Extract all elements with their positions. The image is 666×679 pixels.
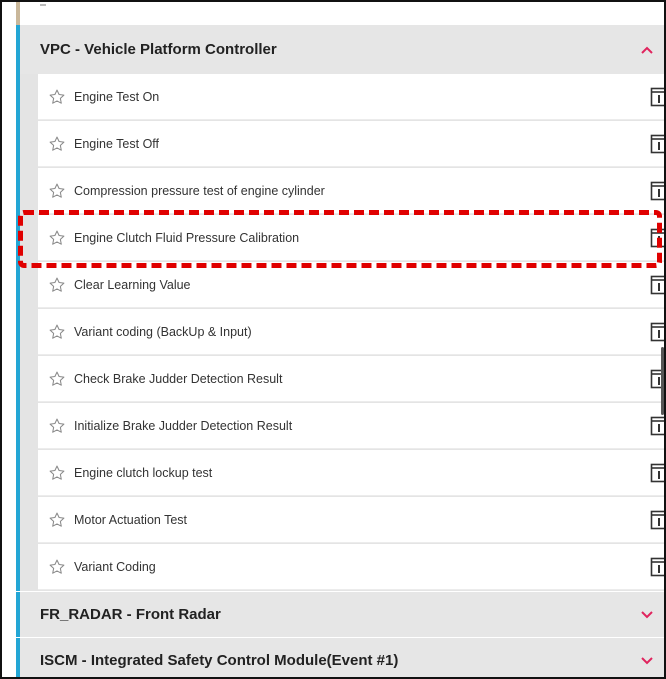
star-outline-icon[interactable] bbox=[48, 276, 66, 294]
scrollbar-thumb[interactable] bbox=[661, 347, 664, 415]
info-document-icon[interactable] bbox=[650, 416, 664, 436]
star-outline-icon[interactable] bbox=[48, 558, 66, 576]
info-document-icon[interactable] bbox=[650, 275, 664, 295]
group-header-fr-radar[interactable]: FR_RADAR - Front Radar bbox=[16, 592, 664, 637]
star-outline-icon[interactable] bbox=[48, 229, 66, 247]
list-item[interactable]: Clear Learning Value bbox=[38, 262, 664, 308]
item-label: Engine clutch lockup test bbox=[74, 465, 213, 480]
item-label: Clear Learning Value bbox=[74, 277, 191, 292]
item-label: Variant Coding bbox=[74, 559, 156, 574]
app-frame: VPC - Vehicle Platform Controller Engine… bbox=[0, 0, 666, 679]
info-document-icon[interactable] bbox=[650, 463, 664, 483]
vpc-item-list: Engine Test On Engine Test Off Compression… bbox=[16, 74, 664, 591]
item-label: Check Brake Judder Detection Result bbox=[74, 371, 283, 386]
list-item[interactable]: Variant Coding bbox=[38, 544, 664, 590]
previous-group-strip bbox=[16, 2, 664, 25]
chevron-up-icon[interactable] bbox=[640, 43, 654, 57]
info-document-icon[interactable] bbox=[650, 322, 664, 342]
info-document-icon[interactable] bbox=[650, 87, 664, 107]
list-item[interactable]: Engine clutch lockup test bbox=[38, 450, 664, 496]
info-document-icon[interactable] bbox=[650, 510, 664, 530]
list-item[interactable]: Check Brake Judder Detection Result bbox=[38, 356, 664, 402]
star-outline-icon[interactable] bbox=[48, 88, 66, 106]
star-outline-icon[interactable] bbox=[48, 135, 66, 153]
info-document-icon[interactable] bbox=[650, 134, 664, 154]
info-document-icon[interactable] bbox=[650, 557, 664, 577]
item-label: Engine Clutch Fluid Pressure Calibration bbox=[74, 230, 300, 245]
list-item[interactable]: Initialize Brake Judder Detection Result bbox=[38, 403, 664, 449]
item-label: Compression pressure test of engine cyli… bbox=[74, 183, 325, 198]
group-title: VPC - Vehicle Platform Controller bbox=[40, 41, 277, 58]
item-label: Engine Test On bbox=[74, 89, 160, 104]
info-document-icon[interactable] bbox=[650, 181, 664, 201]
list-item[interactable]: Engine Test Off bbox=[38, 121, 664, 167]
star-outline-icon[interactable] bbox=[48, 511, 66, 529]
list-item[interactable]: Compression pressure test of engine cyli… bbox=[38, 168, 664, 214]
group-header-iscm[interactable]: ISCM - Integrated Safety Control Module(… bbox=[16, 638, 664, 677]
item-label: Engine Test Off bbox=[74, 136, 160, 151]
item-label: Motor Actuation Test bbox=[74, 512, 188, 527]
group-header-vpc[interactable]: VPC - Vehicle Platform Controller bbox=[16, 25, 664, 74]
star-outline-icon[interactable] bbox=[48, 464, 66, 482]
star-outline-icon[interactable] bbox=[48, 370, 66, 388]
list-item[interactable]: Motor Actuation Test bbox=[38, 497, 664, 543]
item-label: Variant coding (BackUp & Input) bbox=[74, 324, 252, 339]
list-item[interactable]: Engine Test On bbox=[38, 74, 664, 120]
star-outline-icon[interactable] bbox=[48, 417, 66, 435]
group-title: ISCM - Integrated Safety Control Module(… bbox=[40, 652, 399, 669]
star-outline-icon[interactable] bbox=[48, 182, 66, 200]
item-label: Initialize Brake Judder Detection Result bbox=[74, 418, 293, 433]
info-document-icon[interactable] bbox=[650, 228, 664, 248]
chevron-down-icon[interactable] bbox=[640, 608, 654, 622]
group-title: FR_RADAR - Front Radar bbox=[40, 606, 221, 623]
chevron-down-icon[interactable] bbox=[640, 654, 654, 668]
star-outline-icon[interactable] bbox=[48, 323, 66, 341]
list-item[interactable]: Variant coding (BackUp & Input) bbox=[38, 309, 664, 355]
list-item[interactable]: Engine Clutch Fluid Pressure Calibration bbox=[38, 215, 664, 261]
